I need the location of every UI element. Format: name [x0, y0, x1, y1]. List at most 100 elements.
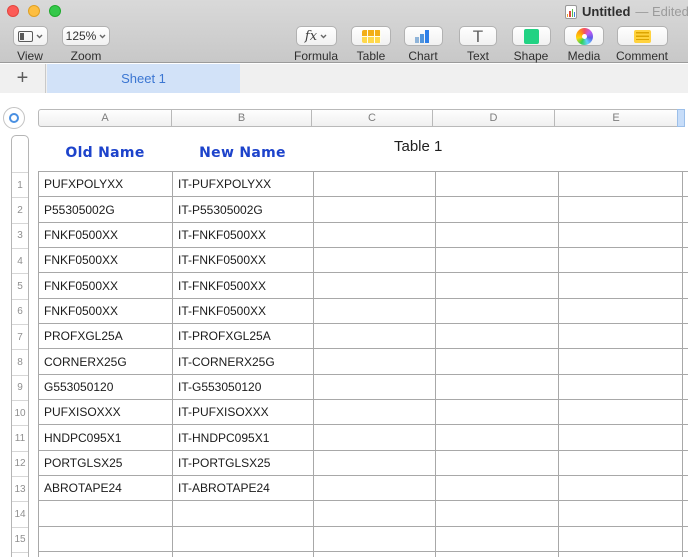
row-header-8[interactable]: 8 [12, 349, 28, 374]
cell-B15[interactable] [173, 527, 314, 551]
cell-C8[interactable] [314, 349, 436, 373]
insert-shape-button[interactable] [512, 26, 551, 46]
row-header-1[interactable]: 1 [12, 172, 28, 197]
cell-B2[interactable]: IT-P55305002G [173, 197, 314, 221]
cell-partial-14[interactable] [683, 501, 688, 525]
cell-E16[interactable] [559, 552, 683, 557]
cell-A13[interactable]: ABROTAPE24 [39, 476, 173, 500]
column-header-partial[interactable] [677, 109, 685, 127]
row-header-7[interactable]: 7 [12, 324, 28, 349]
cell-D3[interactable] [436, 223, 559, 247]
cell-D10[interactable] [436, 400, 559, 424]
cell-C2[interactable] [314, 197, 436, 221]
cell-partial-9[interactable] [683, 375, 688, 399]
cell-partial-4[interactable] [683, 248, 688, 272]
cell-E10[interactable] [559, 400, 683, 424]
cell-B16[interactable] [173, 552, 314, 557]
cell-A11[interactable]: HNDPC095X1 [39, 425, 173, 449]
cell-B5[interactable]: IT-FNKF0500XX [173, 273, 314, 297]
cell-C14[interactable] [314, 501, 436, 525]
cell-E11[interactable] [559, 425, 683, 449]
cell-A4[interactable]: FNKF0500XX [39, 248, 173, 272]
cell-partial-1[interactable] [683, 172, 688, 196]
row-header-partial[interactable] [12, 552, 28, 557]
cell-B4[interactable]: IT-FNKF0500XX [173, 248, 314, 272]
cell-C7[interactable] [314, 324, 436, 348]
cell-D15[interactable] [436, 527, 559, 551]
cell-C16[interactable] [314, 552, 436, 557]
insert-comment-button[interactable] [617, 26, 668, 46]
cell-E7[interactable] [559, 324, 683, 348]
tab-sheet-1[interactable]: Sheet 1 [47, 64, 240, 93]
row-header-2[interactable]: 2 [12, 197, 28, 222]
insert-table-button[interactable] [351, 26, 391, 46]
cell-A8[interactable]: CORNERX25G [39, 349, 173, 373]
cell-A16[interactable] [39, 552, 173, 557]
row-header-14[interactable]: 14 [12, 501, 28, 526]
cell-C3[interactable] [314, 223, 436, 247]
add-sheet-button[interactable]: + [0, 64, 46, 93]
cell-A10[interactable]: PUFXISOXXX [39, 400, 173, 424]
column-header-C[interactable]: C [311, 109, 433, 127]
cell-B1[interactable]: IT-PUFXPOLYXX [173, 172, 314, 196]
zoom-button[interactable]: 125% [62, 26, 110, 46]
close-window-button[interactable] [7, 5, 19, 17]
cell-A6[interactable]: FNKF0500XX [39, 299, 173, 323]
cell-B13[interactable]: IT-ABROTAPE24 [173, 476, 314, 500]
insert-media-button[interactable] [564, 26, 604, 46]
cell-D4[interactable] [436, 248, 559, 272]
cell-D1[interactable] [436, 172, 559, 196]
cell-D13[interactable] [436, 476, 559, 500]
cell-D9[interactable] [436, 375, 559, 399]
cell-E13[interactable] [559, 476, 683, 500]
cell-C10[interactable] [314, 400, 436, 424]
cell-A14[interactable] [39, 501, 173, 525]
row-header-15[interactable]: 15 [12, 527, 28, 552]
cell-E12[interactable] [559, 451, 683, 475]
cell-partial-16[interactable] [683, 552, 688, 557]
insert-chart-button[interactable] [404, 26, 443, 46]
cell-partial-10[interactable] [683, 400, 688, 424]
cell-B12[interactable]: IT-PORTGLSX25 [173, 451, 314, 475]
cell-A12[interactable]: PORTGLSX25 [39, 451, 173, 475]
cell-D16[interactable] [436, 552, 559, 557]
row-header-9[interactable]: 9 [12, 375, 28, 400]
cell-D12[interactable] [436, 451, 559, 475]
column-header-D[interactable]: D [432, 109, 555, 127]
cell-partial-11[interactable] [683, 425, 688, 449]
cell-B10[interactable]: IT-PUFXISOXXX [173, 400, 314, 424]
row-header-13[interactable]: 13 [12, 476, 28, 501]
cell-C15[interactable] [314, 527, 436, 551]
cell-A5[interactable]: FNKF0500XX [39, 273, 173, 297]
fullscreen-window-button[interactable] [49, 5, 61, 17]
cell-C9[interactable] [314, 375, 436, 399]
cell-C5[interactable] [314, 273, 436, 297]
cell-partial-6[interactable] [683, 299, 688, 323]
cell-E5[interactable] [559, 273, 683, 297]
cell-C6[interactable] [314, 299, 436, 323]
insert-text-button[interactable]: T [459, 26, 497, 46]
row-header-12[interactable]: 12 [12, 451, 28, 476]
row-header-table-head[interactable] [12, 136, 28, 172]
cell-B7[interactable]: IT-PROFXGL25A [173, 324, 314, 348]
cell-B9[interactable]: IT-G553050120 [173, 375, 314, 399]
header-cell-new-name[interactable]: New Name [172, 135, 313, 171]
cell-E2[interactable] [559, 197, 683, 221]
cell-partial-13[interactable] [683, 476, 688, 500]
cell-A2[interactable]: P55305002G [39, 197, 173, 221]
cell-partial-2[interactable] [683, 197, 688, 221]
row-header-3[interactable]: 3 [12, 223, 28, 248]
column-header-A[interactable]: A [38, 109, 172, 127]
formula-button[interactable]: fx [296, 26, 337, 46]
cell-C11[interactable] [314, 425, 436, 449]
cell-B8[interactable]: IT-CORNERX25G [173, 349, 314, 373]
cell-A3[interactable]: FNKF0500XX [39, 223, 173, 247]
row-header-11[interactable]: 11 [12, 425, 28, 450]
cell-D11[interactable] [436, 425, 559, 449]
cell-D6[interactable] [436, 299, 559, 323]
cell-partial-12[interactable] [683, 451, 688, 475]
cell-E3[interactable] [559, 223, 683, 247]
cell-A7[interactable]: PROFXGL25A [39, 324, 173, 348]
cell-D7[interactable] [436, 324, 559, 348]
row-header-10[interactable]: 10 [12, 400, 28, 425]
